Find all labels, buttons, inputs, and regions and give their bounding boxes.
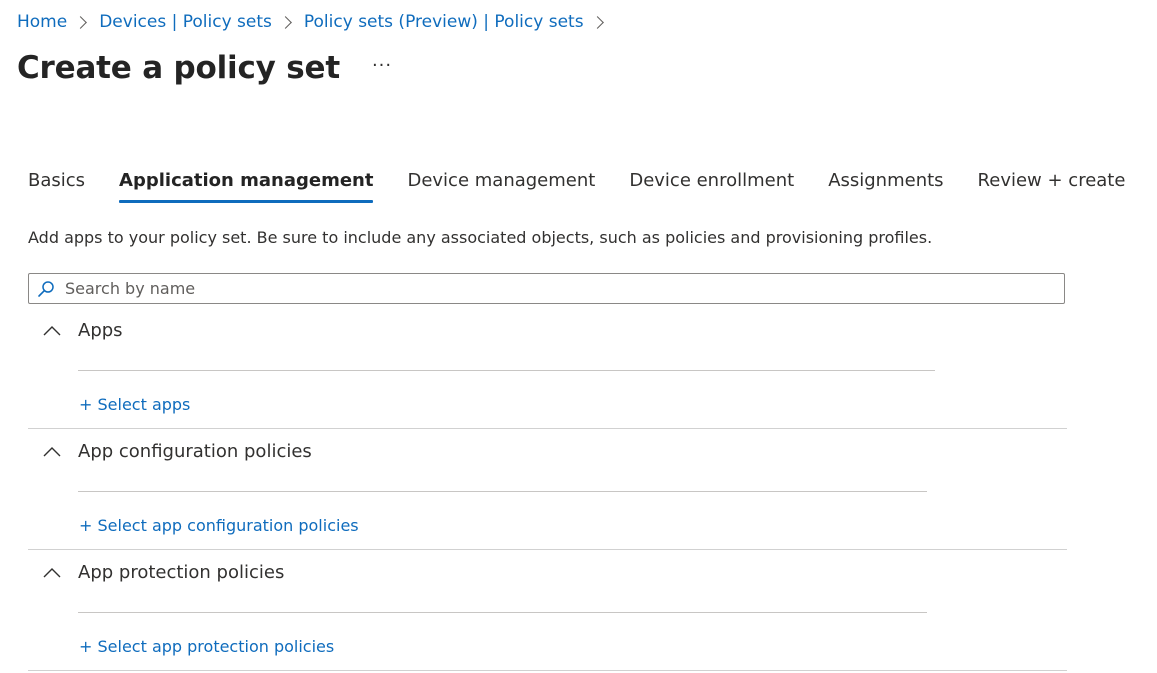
breadcrumb-devices-policy-sets[interactable]: Devices | Policy sets: [99, 12, 272, 32]
chevron-up-icon: [42, 444, 66, 460]
divider: [28, 428, 1067, 429]
divider: [78, 370, 935, 371]
chevron-right-icon: [279, 15, 292, 29]
divider: [28, 549, 1067, 550]
section-app-protection-policies-header[interactable]: App protection policies: [28, 562, 284, 583]
breadcrumb-policy-sets-preview[interactable]: Policy sets (Preview) | Policy sets: [304, 12, 584, 32]
chevron-right-icon: [590, 15, 604, 29]
section-app-configuration-policies: App configuration policies + Select app …: [28, 441, 1067, 551]
divider: [28, 670, 1067, 671]
page-title: Create a policy set: [17, 50, 340, 86]
section-apps-title: Apps: [78, 320, 123, 341]
breadcrumb-home[interactable]: Home: [17, 12, 67, 32]
divider: [78, 612, 927, 613]
tab-basics[interactable]: Basics: [28, 170, 85, 203]
search-input[interactable]: [63, 278, 1047, 299]
section-apps-header[interactable]: Apps: [28, 320, 123, 341]
divider: [78, 491, 927, 492]
select-apps-link[interactable]: + Select apps: [79, 395, 190, 414]
tab-description: Add apps to your policy set. Be sure to …: [28, 228, 933, 247]
page: Home Devices | Policy sets Policy sets (…: [0, 0, 1157, 673]
title-row: Create a policy set ···: [17, 50, 392, 86]
tab-device-management[interactable]: Device management: [407, 170, 595, 203]
select-app-configuration-policies-link[interactable]: + Select app configuration policies: [79, 516, 359, 535]
tab-device-enrollment[interactable]: Device enrollment: [629, 170, 794, 203]
tab-review-create[interactable]: Review + create: [978, 170, 1126, 203]
section-app-configuration-policies-title: App configuration policies: [78, 441, 312, 462]
select-app-protection-policies-link[interactable]: + Select app protection policies: [79, 637, 334, 656]
tab-assignments[interactable]: Assignments: [828, 170, 943, 203]
breadcrumb: Home Devices | Policy sets Policy sets (…: [17, 12, 616, 32]
chevron-up-icon: [42, 323, 66, 339]
section-app-protection-policies: App protection policies + Select app pro…: [28, 562, 1067, 672]
section-app-protection-policies-title: App protection policies: [78, 562, 285, 583]
search-icon: [37, 280, 55, 298]
section-apps: Apps + Select apps: [28, 320, 1067, 430]
chevron-up-icon: [42, 565, 66, 581]
tab-application-management[interactable]: Application management: [119, 170, 374, 203]
search-box: [28, 273, 1065, 304]
section-app-configuration-policies-header[interactable]: App configuration policies: [28, 441, 312, 462]
wizard-tabs: Basics Application management Device man…: [28, 170, 1125, 203]
more-actions-button[interactable]: ···: [372, 55, 392, 76]
chevron-right-icon: [74, 15, 88, 29]
